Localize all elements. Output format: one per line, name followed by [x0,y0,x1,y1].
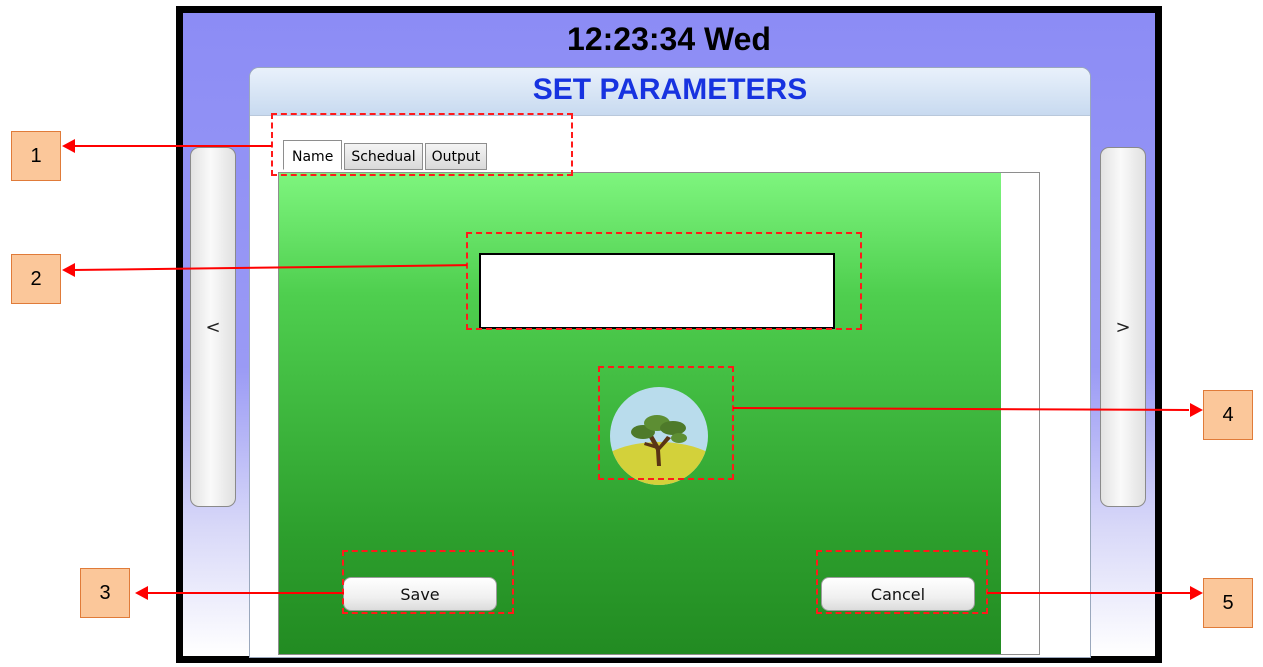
callout-2: 2 [11,254,61,304]
arrow-4 [1190,403,1203,417]
dialog-title: SET PARAMETERS [250,68,1090,116]
callout-3: 3 [80,568,130,618]
clock-display: 12:23:34 Wed [567,21,771,57]
callout-5: 5 [1203,578,1253,628]
next-page-button[interactable]: > [1100,147,1146,507]
device-screen: 12:23:34 Wed < > SET PARAMETERS Name Sch… [183,13,1155,658]
leader-line-5 [987,592,1191,594]
highlight-image-icon [598,366,734,480]
arrow-3 [135,586,148,600]
previous-page-button[interactable]: < [190,147,236,507]
highlight-save-button [342,550,514,614]
callout-4: 4 [1203,390,1253,440]
callout-1: 1 [11,131,61,181]
highlight-tabs [271,113,573,176]
arrow-1 [62,139,75,153]
leader-line-3 [146,592,344,594]
highlight-cancel-button [816,550,988,614]
leader-line-1 [72,145,272,147]
arrow-2 [62,263,75,277]
device-frame: 12:23:34 Wed < > SET PARAMETERS Name Sch… [176,6,1162,663]
highlight-name-input [466,232,862,330]
arrow-5 [1190,586,1203,600]
